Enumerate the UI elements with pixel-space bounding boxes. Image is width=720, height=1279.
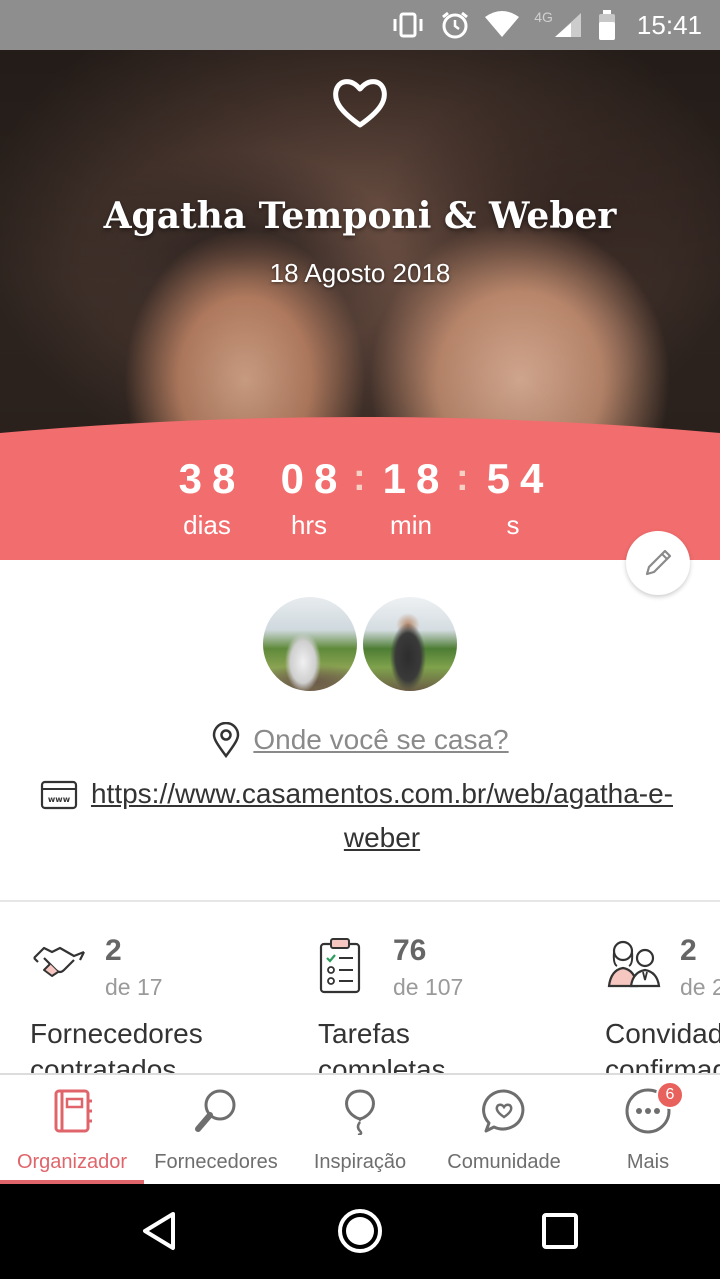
countdown-days-label: dias	[183, 510, 231, 540]
venue-link[interactable]: Onde você se casa?	[253, 724, 508, 756]
nav-fornecedores[interactable]: Fornecedores	[144, 1075, 288, 1184]
system-navigation-bar	[0, 1184, 720, 1279]
tasks-total: de 107	[393, 974, 464, 1000]
pencil-icon	[645, 549, 672, 576]
countdown-separator: :	[353, 457, 366, 499]
checklist-icon	[319, 938, 361, 994]
notification-badge: 6	[656, 1081, 684, 1109]
countdown-hours: 08	[280, 455, 348, 502]
app-screen: 4G 15:41 Agatha Temponi & Weber 18 Agost…	[0, 0, 720, 1279]
couple-name: Agatha Temponi & Weber	[103, 195, 617, 237]
vendors-count: 2	[105, 934, 122, 967]
guests-total: de 2	[680, 974, 720, 1000]
balloon-icon	[345, 1089, 375, 1135]
guests-label: Convidados	[605, 1018, 720, 1049]
website-link[interactable]: https://www.casamentos.com.br/web/agatha…	[87, 772, 677, 860]
guests-count: 2	[680, 934, 697, 967]
network-type: 4G	[534, 9, 553, 25]
clock: 15:41	[636, 9, 702, 40]
vendors-label: Fornecedores	[30, 1018, 203, 1049]
website-icon: www	[40, 780, 78, 810]
recents-icon[interactable]	[535, 1206, 585, 1256]
tasks-label: Tarefas	[318, 1018, 410, 1049]
nav-organizador[interactable]: Organizador	[0, 1075, 144, 1184]
magnifier-icon	[195, 1089, 236, 1132]
vibrate-icon	[390, 11, 426, 39]
edit-button[interactable]	[626, 531, 690, 595]
vendors-total: de 17	[105, 974, 163, 1000]
nav-comunidade-label: Comunidade	[447, 1151, 561, 1173]
countdown-hours-label: hrs	[290, 510, 328, 540]
countdown-days: 38	[178, 455, 246, 502]
nav-fornecedores-label: Fornecedores	[154, 1151, 278, 1173]
partner-2-avatar[interactable]	[360, 594, 460, 694]
countdown-values: 38 08 : 18 : 54	[0, 455, 720, 505]
countdown-minutes: 18	[382, 455, 450, 502]
stat-guests[interactable]: 2 de 2 Convidados confirmados	[605, 928, 720, 1085]
signal-icon	[553, 11, 583, 39]
nav-mais-label: Mais	[626, 1151, 670, 1173]
battery-icon	[597, 10, 617, 40]
nav-inspiracao[interactable]: Inspiração	[288, 1075, 432, 1184]
guests-icon	[607, 940, 661, 988]
chat-heart-icon	[482, 1089, 525, 1133]
stat-vendors[interactable]: 2 de 17 Fornecedores contratados	[30, 928, 320, 1085]
countdown-banner: 38 08 : 18 : 54 dias hrs min s	[0, 415, 720, 560]
countdown-seconds: 54	[486, 455, 554, 502]
countdown-seconds-label: s	[506, 510, 520, 540]
countdown-separator: :	[456, 457, 469, 499]
stat-tasks[interactable]: 76 de 107 Tarefas completas	[318, 928, 608, 1085]
nav-inspiracao-label: Inspiração	[313, 1151, 407, 1173]
nav-mais[interactable]: 6 Mais	[576, 1075, 720, 1184]
partner-1-avatar[interactable]	[260, 594, 360, 694]
handshake-icon	[33, 946, 85, 977]
heart-logo-icon	[333, 79, 387, 128]
section-divider	[0, 900, 720, 902]
home-icon[interactable]	[335, 1206, 385, 1256]
notebook-icon	[54, 1089, 92, 1133]
back-icon[interactable]	[135, 1206, 185, 1256]
venue-row[interactable]: Onde você se casa?	[0, 720, 720, 760]
countdown-minutes-label: min	[390, 510, 432, 540]
wifi-icon	[484, 11, 520, 39]
alarm-icon	[440, 10, 470, 40]
location-pin-icon	[213, 722, 240, 758]
status-bar: 4G 15:41	[0, 0, 720, 50]
wedding-date: 18 Agosto 2018	[269, 258, 451, 288]
bottom-navigation: Organizador Fornecedores Inspiração Comu…	[0, 1073, 720, 1184]
svg-text:www: www	[48, 795, 71, 804]
nav-comunidade[interactable]: Comunidade	[432, 1075, 576, 1184]
tasks-count: 76	[393, 934, 427, 967]
nav-organizador-label: Organizador	[16, 1151, 128, 1173]
